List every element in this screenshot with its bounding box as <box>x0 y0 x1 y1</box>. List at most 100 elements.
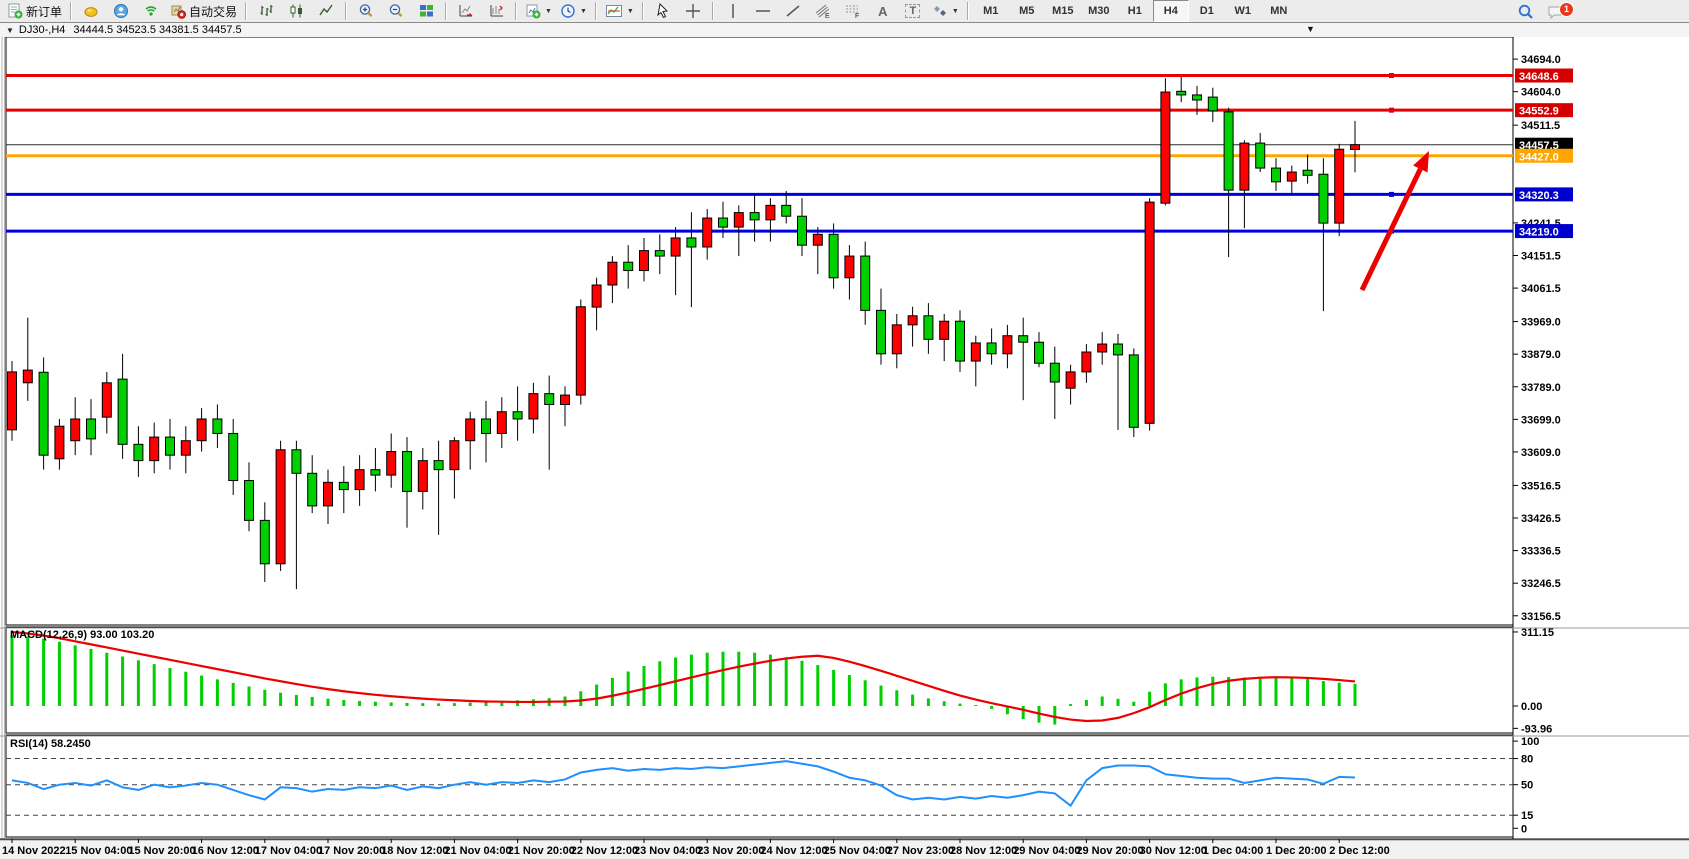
indicators-button[interactable]: ▼ <box>601 0 638 22</box>
tile-windows-button[interactable] <box>411 0 441 22</box>
timeframe-m5[interactable]: M5 <box>1009 0 1045 22</box>
candle <box>339 482 348 489</box>
time-tick-label: 23 Nov 04:00 <box>634 845 701 857</box>
zoom-out-icon <box>388 3 405 19</box>
new-chart-dropdown-caret[interactable]: ▼ <box>545 8 552 15</box>
autotrading-button[interactable]: 自动交易 <box>166 0 241 22</box>
candle <box>829 234 838 277</box>
timeframe-h1[interactable]: H1 <box>1117 0 1153 22</box>
candle <box>39 372 48 455</box>
time-tick-label: 30 Nov 12:00 <box>1140 845 1207 857</box>
price-badge-label: 34648.6 <box>1519 71 1559 83</box>
vline-tool-button[interactable] <box>718 0 748 22</box>
time-tick-label: 15 Nov 20:00 <box>128 845 195 857</box>
line-chart-mode-button[interactable] <box>311 0 341 22</box>
fibonacci-icon: F <box>844 3 862 19</box>
signal-button[interactable] <box>136 0 166 22</box>
candle <box>734 213 743 227</box>
candle <box>845 256 854 278</box>
axis-tick-label: 34061.5 <box>1521 283 1561 295</box>
candle <box>1303 170 1312 175</box>
signal-icon <box>143 3 159 19</box>
new-chart-button[interactable]: ▼ <box>521 0 556 22</box>
timeframe-w1[interactable]: W1 <box>1225 0 1261 22</box>
zoom-out-button[interactable] <box>381 0 411 22</box>
candle <box>1129 355 1138 427</box>
tile-windows-icon <box>418 3 435 19</box>
cursor-tool-button[interactable] <box>648 0 678 22</box>
candle <box>1256 143 1265 168</box>
axis-tick-label: 33879.0 <box>1521 349 1561 361</box>
text-tool-button[interactable]: A <box>868 0 898 22</box>
chart-menu-arrow[interactable]: ▼ <box>1306 24 1315 34</box>
candle <box>371 470 380 475</box>
period-button[interactable]: ▼ <box>556 0 591 22</box>
auto-scroll-button[interactable] <box>451 0 481 22</box>
time-tick-label: 14 Nov 2022 <box>2 845 66 857</box>
hline-tool-button[interactable] <box>748 0 778 22</box>
zoom-in-button[interactable] <box>351 0 381 22</box>
toolbar-separator <box>642 2 644 20</box>
candle <box>640 251 649 271</box>
chart-shift-button[interactable] <box>481 0 511 22</box>
toolbar-separator <box>445 2 447 20</box>
chart-collapse-icon[interactable]: ▼ <box>6 26 14 35</box>
new-order-button[interactable]: 新订单 <box>3 0 66 22</box>
timeframe-m1[interactable]: M1 <box>973 0 1009 22</box>
period-dropdown-caret[interactable]: ▼ <box>580 8 587 15</box>
zoom-in-icon <box>358 3 375 19</box>
time-tick-label: 29 Nov 20:00 <box>1076 845 1143 857</box>
candle <box>592 285 601 307</box>
time-tick-label: 17 Nov 04:00 <box>255 845 322 857</box>
candle <box>687 238 696 247</box>
time-tick-label: 21 Nov 20:00 <box>508 845 575 857</box>
toolbar-separator <box>515 2 517 20</box>
line-handle[interactable] <box>1389 108 1394 113</box>
candle <box>181 441 190 455</box>
axis-tick-label: 34151.5 <box>1521 251 1561 263</box>
candle <box>1050 363 1059 382</box>
candle <box>1035 342 1044 363</box>
arrows-dropdown-caret[interactable]: ▼ <box>952 8 959 15</box>
timeframe-d1[interactable]: D1 <box>1189 0 1225 22</box>
channel-tool-button[interactable]: E <box>808 0 838 22</box>
bar-chart-mode-button[interactable] <box>251 0 281 22</box>
candle <box>1287 172 1296 181</box>
candle <box>134 444 143 460</box>
candle <box>229 433 238 480</box>
price-badge-label: 34427.0 <box>1519 151 1559 163</box>
market-watch-button[interactable] <box>76 0 106 22</box>
toolbar-separator <box>967 2 969 20</box>
line-handle[interactable] <box>1389 192 1394 197</box>
crosshair-icon <box>685 3 701 19</box>
candle <box>308 473 317 506</box>
candle <box>8 372 17 430</box>
candle <box>529 394 538 419</box>
time-tick-label: 1 Dec 04:00 <box>1203 845 1264 857</box>
toolbar-separator <box>245 2 247 20</box>
candle <box>892 325 901 354</box>
timeframe-m30[interactable]: M30 <box>1081 0 1117 22</box>
candle <box>1161 92 1170 203</box>
svg-text:E: E <box>825 13 830 19</box>
candle <box>1272 168 1281 182</box>
search-button[interactable] <box>1511 1 1541 23</box>
community-button[interactable] <box>106 0 136 22</box>
timeframe-h4[interactable]: H4 <box>1153 0 1189 22</box>
price-badge-label: 34552.9 <box>1519 106 1559 118</box>
crosshair-tool-button[interactable] <box>678 0 708 22</box>
candle <box>1351 145 1360 150</box>
chart-window-titlebar[interactable]: ▼ DJ30-,H4 34444.5 34523.5 34381.5 34457… <box>0 23 1689 37</box>
timeframe-mn[interactable]: MN <box>1261 0 1297 22</box>
chart-ohlc-values: 34444.5 34523.5 34381.5 34457.5 <box>73 24 241 36</box>
fibonacci-tool-button[interactable]: F <box>838 0 868 22</box>
candlestick-mode-button[interactable] <box>281 0 311 22</box>
line-handle[interactable] <box>1389 73 1394 78</box>
indicators-dropdown-caret[interactable]: ▼ <box>627 8 634 15</box>
notifications-button[interactable]: 1 <box>1541 1 1571 23</box>
text-label-tool-button[interactable]: T <box>898 0 928 22</box>
timeframe-m15[interactable]: M15 <box>1045 0 1081 22</box>
trading-chart[interactable]: MACD(12,26,9) 93.00 103.20RSI(14) 58.245… <box>0 37 1689 859</box>
trendline-tool-button[interactable] <box>778 0 808 22</box>
arrows-tool-button[interactable]: ▼ <box>928 0 963 22</box>
